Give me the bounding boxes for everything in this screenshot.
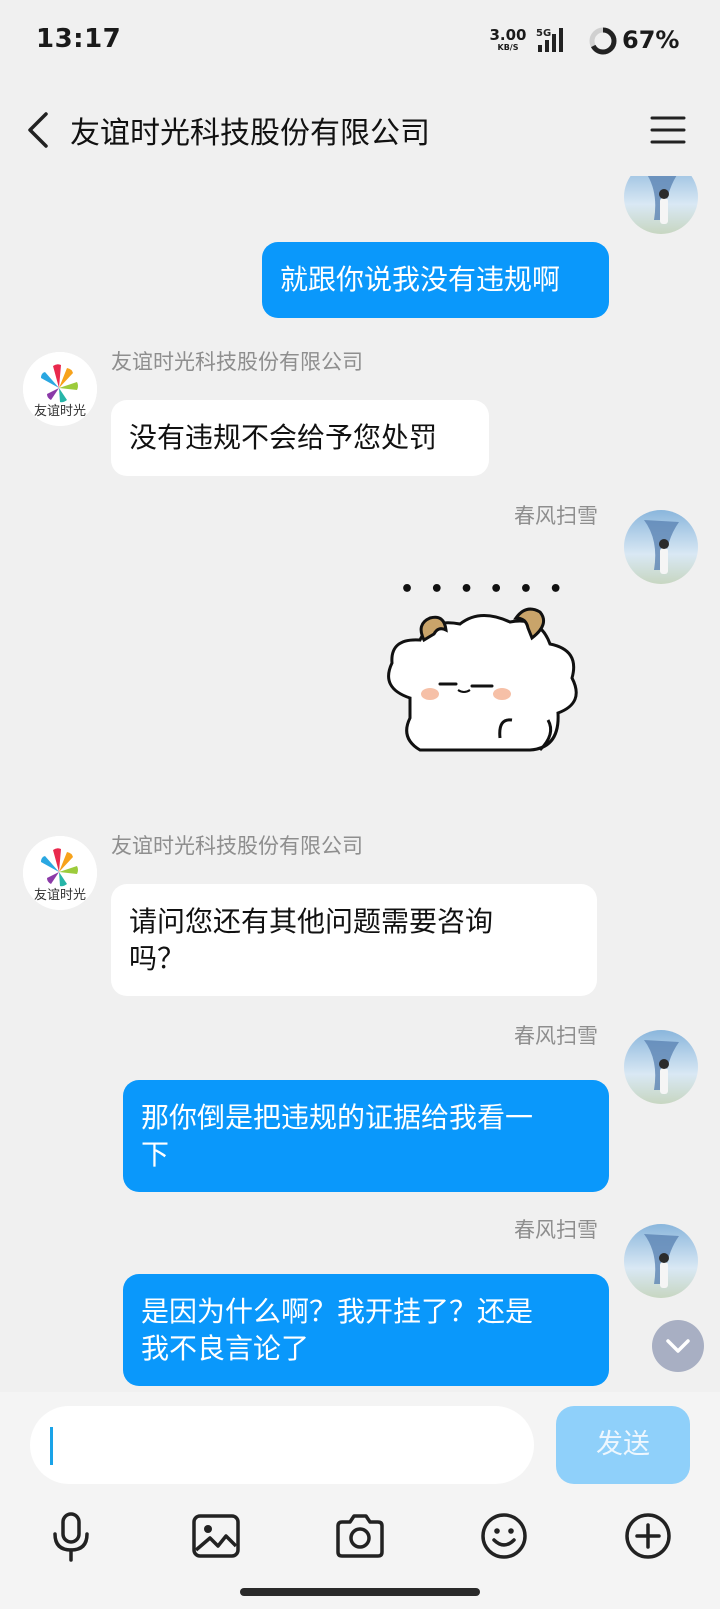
chevron-left-icon xyxy=(28,112,48,148)
page-title: 友谊时光科技股份有限公司 xyxy=(70,116,430,151)
message-bubble-sent[interactable]: 就跟你说我没有违规啊 xyxy=(262,242,609,318)
message-text-line: 下 xyxy=(141,1138,170,1171)
network-speed-value: 3.00 xyxy=(489,26,527,44)
message-input[interactable] xyxy=(30,1406,534,1484)
message-text: 就跟你说我没有违规啊 xyxy=(280,263,561,296)
hamburger-menu-icon xyxy=(650,116,686,144)
user-avatar[interactable] xyxy=(624,1030,698,1104)
network-speed-unit: KB/S xyxy=(497,43,519,52)
send-button[interactable]: 发送 xyxy=(556,1406,690,1484)
message-text-line: 吗？ xyxy=(129,942,186,975)
input-bar: 发送 xyxy=(0,1392,720,1609)
message-list[interactable]: 就跟你说我没有违规啊 友谊时光 友谊时光科技股份有限公司 没有违规不会给予您处罚… xyxy=(0,176,720,1392)
message-bubble-received[interactable]: 没有违规不会给予您处罚 xyxy=(111,400,489,476)
battery-icon xyxy=(589,27,617,55)
user-avatar[interactable] xyxy=(624,1224,698,1298)
message-text: 没有违规不会给予您处罚 xyxy=(129,421,438,454)
sender-name: 友谊时光科技股份有限公司 xyxy=(111,350,363,374)
company-avatar[interactable]: 友谊时光 xyxy=(23,836,97,910)
image-icon[interactable] xyxy=(186,1506,246,1566)
text-caret xyxy=(50,1427,53,1465)
sender-name: 友谊时光科技股份有限公司 xyxy=(111,834,363,858)
message-text-line: 是因为什么啊？我开挂了？还是 xyxy=(141,1295,534,1328)
clock: 13:17 xyxy=(36,24,122,54)
sender-name: 春风扫雪 xyxy=(514,1218,598,1242)
plus-icon[interactable] xyxy=(618,1506,678,1566)
message-bubble-sent[interactable]: 是因为什么啊？我开挂了？还是 我不良言论了 xyxy=(123,1274,609,1386)
message-text-line: 请问您还有其他问题需要咨询 xyxy=(129,905,494,938)
message-text-line: 我不良言论了 xyxy=(141,1332,310,1365)
sender-name: 春风扫雪 xyxy=(514,504,598,528)
company-logo-icon: 友谊时光 xyxy=(23,836,97,910)
sender-name: 春风扫雪 xyxy=(514,1024,598,1048)
message-text-line: 那你倒是把违规的证据给我看一 xyxy=(141,1101,534,1134)
camera-icon[interactable] xyxy=(330,1506,390,1566)
company-logo-text: 友谊时光 xyxy=(34,887,86,903)
emoji-icon[interactable] xyxy=(474,1506,534,1566)
back-button[interactable] xyxy=(22,106,62,154)
signal-5g-icon: 5G xyxy=(536,28,563,52)
company-logo-icon: 友谊时光 xyxy=(23,352,97,426)
chat-header: 友谊时光科技股份有限公司 xyxy=(0,84,720,176)
network-type: 5G xyxy=(536,28,551,39)
company-logo-text: 友谊时光 xyxy=(34,403,86,419)
message-bubble-sent[interactable]: 那你倒是把违规的证据给我看一 下 xyxy=(123,1080,609,1192)
menu-button[interactable] xyxy=(648,108,688,152)
company-avatar[interactable]: 友谊时光 xyxy=(23,352,97,426)
chevron-down-icon xyxy=(666,1339,690,1353)
user-avatar[interactable] xyxy=(624,510,698,584)
sticker-dots: • • • • • • xyxy=(400,578,567,602)
scroll-to-bottom-button[interactable] xyxy=(652,1320,704,1372)
microphone-icon[interactable] xyxy=(41,1506,101,1566)
user-avatar[interactable] xyxy=(624,176,698,234)
message-bubble-received[interactable]: 请问您还有其他问题需要咨询 吗？ xyxy=(111,884,597,996)
status-bar: 13:17 3.00 KB/S 5G 67% xyxy=(0,0,720,84)
home-indicator[interactable] xyxy=(240,1588,480,1596)
sheep-sticker[interactable]: • • • • • • xyxy=(380,577,600,766)
network-speed: 3.00 KB/S xyxy=(488,28,528,52)
battery-percent: 67% xyxy=(622,26,680,54)
